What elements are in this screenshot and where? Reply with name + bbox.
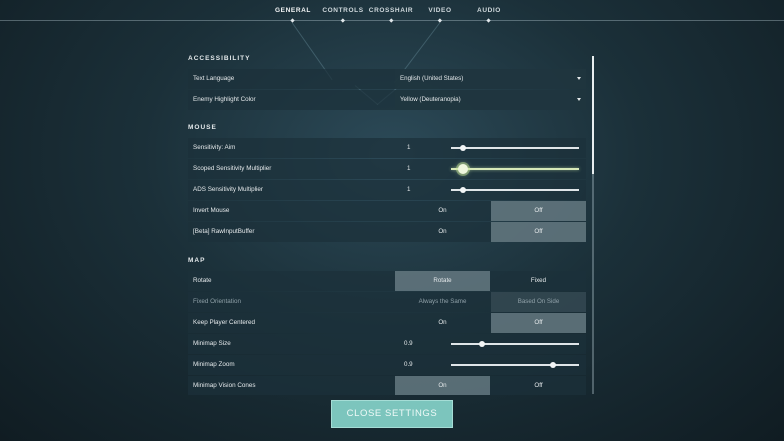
- rawinputbuffer-off[interactable]: Off: [491, 222, 586, 242]
- close-settings-button[interactable]: CLOSE SETTINGS: [331, 400, 453, 428]
- setting-row-invert-mouse: Invert Mouse On Off: [188, 201, 586, 221]
- scrollbar-thumb[interactable]: [592, 56, 594, 174]
- minimap-zoom-slider[interactable]: [451, 362, 579, 368]
- setting-row-text-language: Text Language English (United States): [188, 69, 586, 89]
- setting-row-keep-player-centered: Keep Player Centered On Off: [188, 313, 586, 333]
- dropdown-value: English (United States): [400, 75, 464, 82]
- section-title-map: MAP: [188, 257, 206, 264]
- setting-label: Minimap Size: [193, 340, 231, 347]
- setting-row-minimap-vision-cones: Minimap Vision Cones On Off: [188, 376, 586, 395]
- ads-sensitivity-slider[interactable]: [451, 187, 579, 193]
- slider-knob[interactable]: [459, 187, 466, 193]
- setting-row-minimap-size: Minimap Size 0.9: [188, 334, 586, 354]
- setting-label: Keep Player Centered: [193, 319, 255, 326]
- setting-row-rawinputbuffer: [Beta] RawInputBuffer On Off: [188, 222, 586, 242]
- rotate-option-fixed[interactable]: Fixed: [491, 271, 586, 291]
- invert-mouse-off[interactable]: Off: [491, 201, 586, 221]
- fixed-orientation-always-same: Always the Same: [418, 298, 467, 305]
- slider-knob[interactable]: [550, 362, 557, 368]
- keep-centered-on[interactable]: On: [395, 313, 490, 333]
- vision-cones-off[interactable]: Off: [491, 376, 586, 395]
- enemy-highlight-dropdown[interactable]: Yellow (Deuteranopia): [395, 90, 586, 110]
- slider-knob[interactable]: [459, 145, 466, 151]
- setting-label: Rotate: [193, 277, 212, 284]
- setting-label: Fixed Orientation: [193, 298, 241, 305]
- invert-mouse-on[interactable]: On: [395, 201, 490, 221]
- caret-down-icon: [577, 98, 581, 101]
- tab-audio[interactable]: AUDIO: [477, 7, 501, 23]
- setting-row-sensitivity-aim: Sensitivity: Aim 1: [188, 138, 586, 158]
- setting-row-rotate: Rotate Rotate Fixed: [188, 271, 586, 291]
- section-title-mouse: MOUSE: [188, 124, 217, 131]
- tab-controls[interactable]: CONTROLS: [322, 7, 363, 23]
- setting-label: [Beta] RawInputBuffer: [193, 228, 255, 235]
- slider-knob[interactable]: [457, 164, 468, 174]
- setting-row-scoped-sensitivity: Scoped Sensitivity Multiplier 1: [188, 159, 586, 179]
- text-language-dropdown[interactable]: English (United States): [395, 69, 586, 89]
- setting-label: Minimap Zoom: [193, 361, 235, 368]
- sensitivity-aim-value[interactable]: 1: [407, 144, 410, 151]
- rawinputbuffer-on[interactable]: On: [395, 222, 490, 242]
- top-nav: GENERAL CONTROLS CROSSHAIR VIDEO AUDIO: [0, 0, 784, 23]
- setting-row-minimap-zoom: Minimap Zoom 0.9: [188, 355, 586, 375]
- ads-sensitivity-value[interactable]: 1: [407, 186, 410, 193]
- tab-video[interactable]: VIDEO: [428, 7, 451, 23]
- section-title-accessibility: ACCESSIBILITY: [188, 55, 251, 62]
- setting-label: ADS Sensitivity Multiplier: [193, 186, 263, 193]
- setting-label: Sensitivity: Aim: [193, 144, 236, 151]
- dropdown-value: Yellow (Deuteranopia): [400, 96, 461, 103]
- tab-crosshair[interactable]: CROSSHAIR: [369, 7, 413, 23]
- minimap-zoom-value[interactable]: 0.9: [404, 361, 413, 368]
- setting-label: Text Language: [193, 75, 235, 82]
- settings-scrollbar[interactable]: [592, 56, 594, 394]
- setting-label: Scoped Sensitivity Multiplier: [193, 165, 272, 172]
- rotate-option-rotate[interactable]: Rotate: [395, 271, 490, 291]
- nav-divider: [0, 20, 784, 21]
- scoped-sensitivity-value[interactable]: 1: [407, 165, 410, 172]
- slider-knob[interactable]: [478, 341, 485, 347]
- minimap-size-value[interactable]: 0.9: [404, 340, 413, 347]
- tab-general[interactable]: GENERAL: [275, 7, 311, 23]
- setting-row-ads-sensitivity: ADS Sensitivity Multiplier 1: [188, 180, 586, 200]
- setting-row-fixed-orientation: Fixed Orientation Always the Same Based …: [188, 292, 586, 312]
- scoped-sensitivity-slider[interactable]: [451, 164, 579, 174]
- caret-down-icon: [577, 77, 581, 80]
- fixed-orientation-based-on-side: Based On Side: [491, 292, 586, 312]
- vision-cones-on[interactable]: On: [395, 376, 490, 395]
- setting-row-enemy-highlight: Enemy Highlight Color Yellow (Deuteranop…: [188, 90, 586, 110]
- keep-centered-off[interactable]: Off: [491, 313, 586, 333]
- setting-label: Invert Mouse: [193, 207, 230, 214]
- setting-label: Minimap Vision Cones: [193, 382, 256, 389]
- setting-label: Enemy Highlight Color: [193, 96, 256, 103]
- sensitivity-aim-slider[interactable]: [451, 145, 579, 151]
- settings-panel: ACCESSIBILITY Text Language English (Uni…: [185, 50, 590, 395]
- minimap-size-slider[interactable]: [451, 341, 579, 347]
